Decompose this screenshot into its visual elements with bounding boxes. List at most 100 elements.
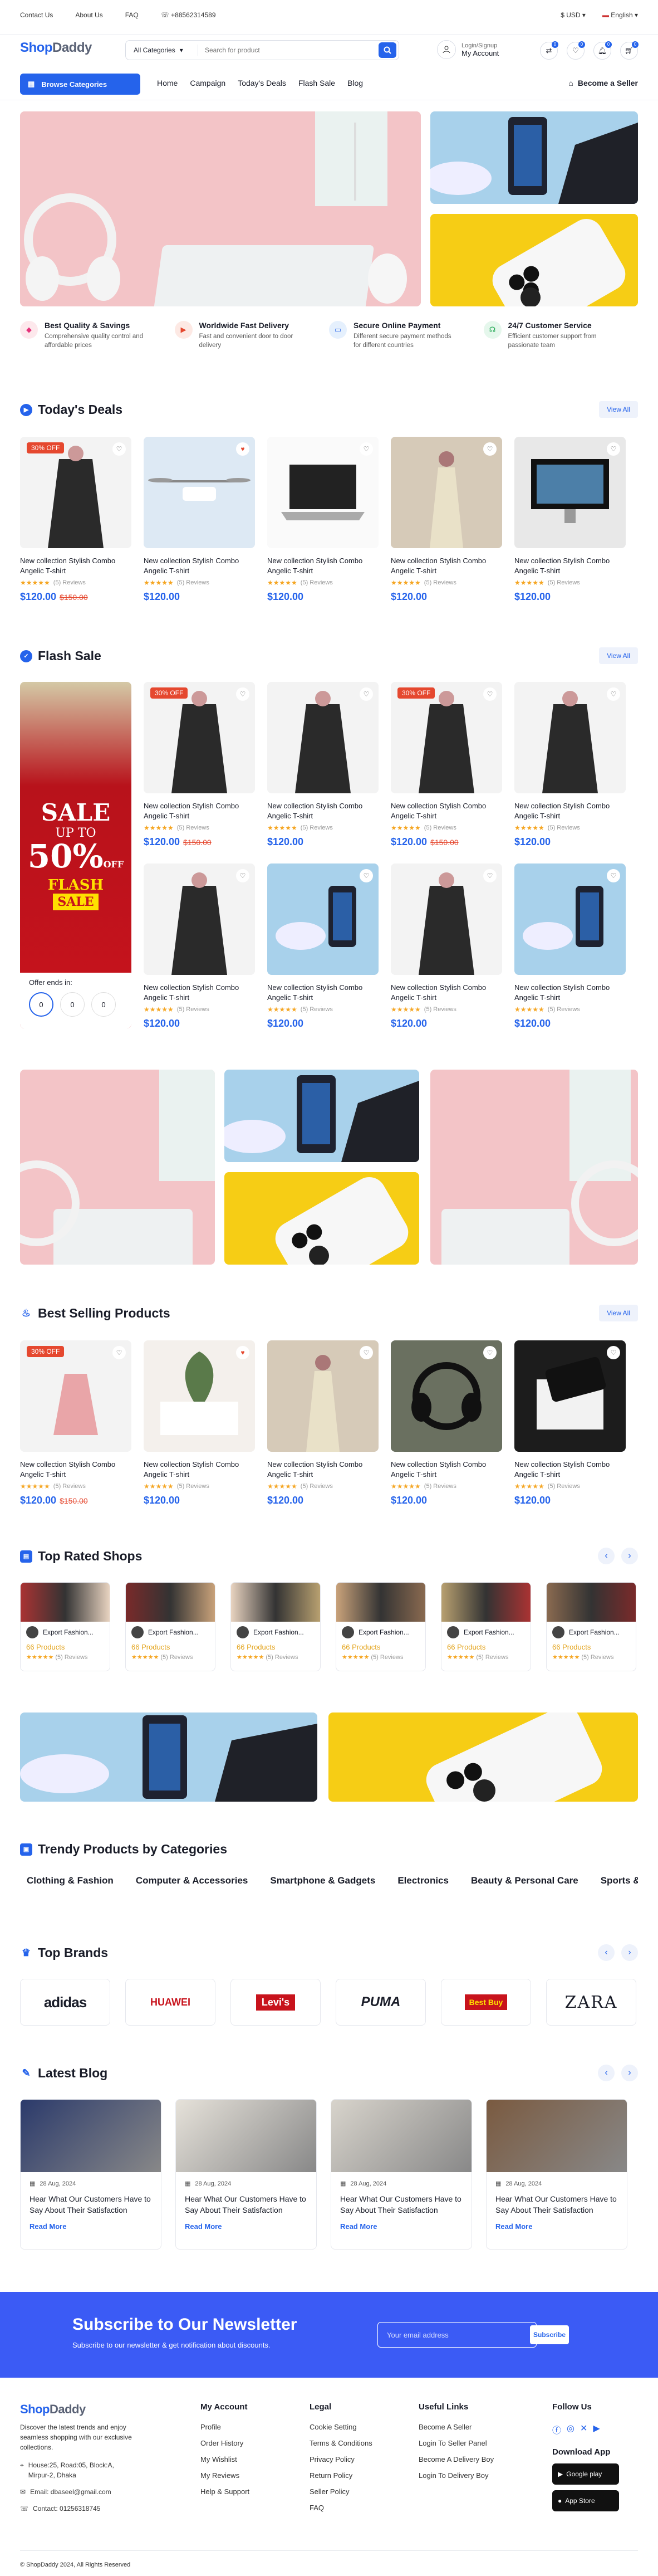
category-tab[interactable]: Computer & Accessories [136, 1875, 248, 1886]
category-tab[interactable]: Beauty & Personal Care [471, 1875, 578, 1886]
shop-card[interactable]: Export Fashion... 66 Products ★★★★★ (5) Re… [20, 1582, 110, 1671]
product-name[interactable]: New collection Stylish Combo Angelic T-s… [514, 1460, 626, 1479]
search-category-select[interactable]: All Categories ▾ [126, 45, 198, 56]
wishlist-heart-icon[interactable]: ♥ [236, 1346, 249, 1359]
read-more-link[interactable]: Read More [176, 2216, 316, 2237]
product-name[interactable]: New collection Stylish Combo Angelic T-s… [144, 801, 255, 821]
mid-banner-3[interactable] [224, 1172, 419, 1265]
product-name[interactable]: New collection Stylish Combo Angelic T-s… [514, 983, 626, 1002]
product-card[interactable]: ♡ New collection Stylish Combo Angelic T-… [514, 437, 626, 603]
wide-banner-1[interactable] [20, 1713, 317, 1802]
product-card[interactable]: ♡ New collection Stylish Combo Angelic T-… [391, 863, 502, 1030]
product-name[interactable]: New collection Stylish Combo Angelic T-s… [267, 983, 379, 1002]
contact-link[interactable]: Contact Us [20, 11, 53, 19]
product-name[interactable]: New collection Stylish Combo Angelic T-s… [144, 1460, 255, 1479]
account-menu[interactable]: Login/Signup My Account [437, 40, 499, 59]
newsletter-email-input[interactable]: Your email address [377, 2322, 537, 2348]
nav-campaign[interactable]: Campaign [190, 79, 225, 87]
product-name[interactable]: New collection Stylish Combo Angelic T-s… [391, 983, 502, 1002]
blog-card[interactable]: ▦ 28 Aug, 2024 Hear What Our Customers Hav… [175, 2099, 317, 2250]
blog-card[interactable]: ▦ 28 Aug, 2024 Hear What Our Customers Hav… [331, 2099, 472, 2250]
product-card[interactable]: ♡ New collection Stylish Combo Angelic T-… [514, 863, 626, 1030]
wishlist-heart-icon[interactable]: ♡ [607, 869, 620, 882]
brand-huawei[interactable]: HUAWEI [125, 1979, 215, 2026]
product-card[interactable]: ♡ New collection Stylish Combo Angelic T-… [267, 437, 379, 603]
google-play-button[interactable]: ▶ Google play [552, 2463, 619, 2485]
phone-number[interactable]: ☏ +88562314589 [161, 11, 216, 19]
wishlist-heart-icon[interactable]: ♡ [483, 1346, 497, 1359]
shop-card[interactable]: Export Fashion... 66 Products ★★★★★ (5) Re… [546, 1582, 636, 1671]
wishlist-heart-icon[interactable]: ♡ [112, 1346, 126, 1359]
wishlist-heart-icon[interactable]: ♡ [483, 442, 497, 456]
wishlist-heart-icon[interactable]: ♡ [607, 1346, 620, 1359]
product-name[interactable]: New collection Stylish Combo Angelic T-s… [267, 556, 379, 575]
wishlist-heart-icon[interactable]: ♡ [236, 869, 249, 882]
wishlist-heart-icon[interactable]: ♡ [360, 442, 373, 456]
wide-banner-2[interactable] [328, 1713, 638, 1802]
flash-promo[interactable]: SALE UP TO 50%OFF FLASH SALE Offer ends … [20, 682, 131, 1028]
product-card[interactable]: 30% OFF ♡ New collection Stylish Combo Ang… [144, 682, 255, 848]
best-view-all[interactable]: View All [599, 1305, 638, 1321]
promo-banner-phone[interactable] [430, 111, 638, 204]
product-name[interactable]: New collection Stylish Combo Angelic T-s… [267, 801, 379, 821]
read-more-link[interactable]: Read More [331, 2216, 472, 2237]
product-name[interactable]: New collection Stylish Combo Angelic T-s… [514, 801, 626, 821]
product-card[interactable]: ♡ New collection Stylish Combo Angelic T-… [514, 1340, 626, 1506]
wishlist-heart-icon[interactable]: ♡ [483, 687, 497, 701]
nav-home[interactable]: Home [157, 79, 178, 87]
product-name[interactable]: New collection Stylish Combo Angelic T-s… [267, 1460, 379, 1479]
subscribe-button[interactable]: Subscribe [530, 2325, 569, 2344]
product-card[interactable]: ♡ New collection Stylish Combo Angelic T-… [514, 682, 626, 848]
become-seller-link[interactable]: ⌂ Become a Seller [568, 79, 638, 87]
category-tab[interactable]: Sports & Fitness [601, 1875, 638, 1886]
wishlist-heart-icon[interactable]: ♡ [360, 687, 373, 701]
browse-categories-button[interactable]: ▦ Browse Categories [20, 74, 140, 95]
nav-todays-deals[interactable]: Today's Deals [238, 79, 286, 87]
search-input[interactable] [198, 46, 379, 54]
logo[interactable]: ShopDaddy [20, 40, 92, 56]
product-card[interactable]: ♡ New collection Stylish Combo Angelic T-… [267, 863, 379, 1030]
product-name[interactable]: New collection Stylish Combo Angelic T-s… [144, 983, 255, 1002]
brands-prev-button[interactable]: ‹ [598, 1944, 615, 1961]
search-button[interactable] [379, 42, 396, 58]
product-card[interactable]: ♥ New collection Stylish Combo Angelic T-… [144, 1340, 255, 1506]
wishlist-heart-icon[interactable]: ♡ [236, 687, 249, 701]
shop-card[interactable]: Export Fashion... 66 Products ★★★★★ (5) Re… [441, 1582, 531, 1671]
brand-bestbuy[interactable]: Best Buy [441, 1979, 531, 2026]
about-link[interactable]: About Us [75, 11, 102, 19]
shop-card[interactable]: Export Fashion... 66 Products ★★★★★ (5) Re… [230, 1582, 321, 1671]
product-name[interactable]: New collection Stylish Combo Angelic T-s… [391, 1460, 502, 1479]
wishlist-heart-icon[interactable]: ♥ [236, 442, 249, 456]
wishlist-heart-icon[interactable]: ♡ [607, 687, 620, 701]
footer-logo[interactable]: ShopDaddy [20, 2402, 137, 2417]
nav-blog[interactable]: Blog [347, 79, 363, 87]
flash-view-all[interactable]: View All [599, 647, 638, 664]
wishlist-heart-icon[interactable]: ♡ [607, 442, 620, 456]
product-name[interactable]: New collection Stylish Combo Angelic T-s… [391, 801, 502, 821]
read-more-link[interactable]: Read More [21, 2216, 161, 2237]
product-name[interactable]: New collection Stylish Combo Angelic T-s… [144, 556, 255, 575]
mid-banner-1[interactable] [20, 1070, 215, 1265]
product-name[interactable]: New collection Stylish Combo Angelic T-s… [514, 556, 626, 575]
deals-view-all[interactable]: View All [599, 401, 638, 418]
notification-button[interactable]: 🔔︎ 0 [593, 41, 612, 60]
product-name[interactable]: New collection Stylish Combo Angelic T-s… [391, 556, 502, 575]
blog-prev-button[interactable]: ‹ [598, 2065, 615, 2081]
read-more-link[interactable]: Read More [487, 2216, 627, 2237]
promo-banner-iphone[interactable] [430, 214, 638, 306]
blog-card[interactable]: ▦ 28 Aug, 2024 Hear What Our Customers Hav… [20, 2099, 161, 2250]
product-card[interactable]: ♡ New collection Stylish Combo Angelic T-… [144, 863, 255, 1030]
faq-link[interactable]: FAQ [125, 11, 139, 19]
product-card[interactable]: 30% OFF ♡ New collection Stylish Combo Ang… [20, 1340, 131, 1506]
brand-adidas[interactable]: adidas [20, 1979, 110, 2026]
blog-card[interactable]: ▦ 28 Aug, 2024 Hear What Our Customers Hav… [486, 2099, 627, 2250]
shops-next-button[interactable]: › [621, 1548, 638, 1564]
shop-card[interactable]: Export Fashion... 66 Products ★★★★★ (5) Re… [336, 1582, 426, 1671]
product-name[interactable]: New collection Stylish Combo Angelic T-s… [20, 1460, 131, 1479]
brands-next-button[interactable]: › [621, 1944, 638, 1961]
mid-banner-4[interactable] [430, 1070, 638, 1265]
language-select[interactable]: ▬ English ▾ [602, 11, 638, 19]
product-card[interactable]: ♥ New collection Stylish Combo Angelic T-… [144, 437, 255, 603]
x-icon[interactable]: ✕ [580, 2423, 587, 2436]
blog-next-button[interactable]: › [621, 2065, 638, 2081]
